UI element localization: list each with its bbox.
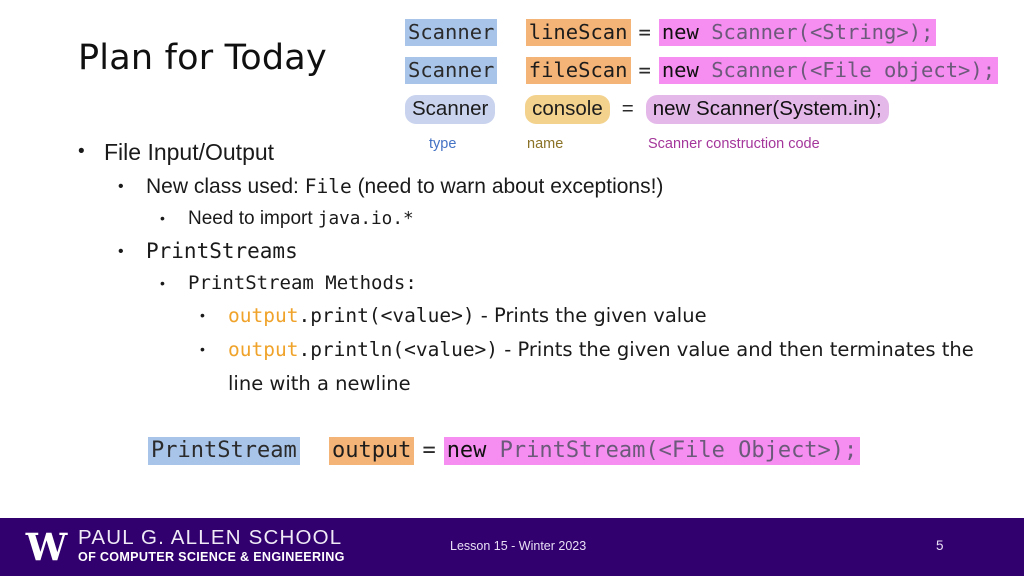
list-item-label: PrintStreams	[146, 239, 298, 263]
list-item: • New class used: File (need to warn abo…	[118, 170, 1008, 203]
footer-page-number: 5	[936, 538, 944, 553]
bullet-dot-icon: •	[118, 243, 124, 260]
bullet-dot-icon: •	[160, 210, 165, 226]
code-keyword: new	[661, 58, 712, 82]
code-keyword: new	[446, 438, 500, 463]
code-identifier-output: output	[228, 304, 299, 327]
page-title: Plan for Today	[78, 38, 327, 78]
code-equals: =	[422, 438, 436, 463]
slide-footer: W PAUL G. ALLEN SCHOOL OF COMPUTER SCIEN…	[0, 518, 1024, 576]
bullet-dot-icon: •	[160, 275, 165, 291]
code-rest: Scanner(System.in);	[696, 97, 882, 120]
list-item-label: New class used: File (need to warn about…	[146, 170, 663, 203]
code-construction-chip: new Scanner(<String>);	[658, 19, 937, 46]
code-type-chip: PrintStream	[148, 437, 300, 465]
footer-lesson-label: Lesson 15 - Winter 2023	[450, 539, 587, 553]
code-construction-chip: new Scanner(System.in);	[645, 95, 889, 124]
code-rest: Scanner(<String>);	[711, 20, 934, 44]
code-equals: =	[621, 97, 634, 120]
uw-w-logo-icon: W	[25, 525, 68, 569]
school-branding: PAUL G. ALLEN SCHOOL OF COMPUTER SCIENCE…	[78, 526, 345, 565]
bullet-list: • File Input/Output • New class used: Fi…	[78, 134, 1008, 401]
school-name-line2: OF COMPUTER SCIENCE & ENGINEERING	[78, 550, 345, 564]
bullet-dot-icon: •	[78, 141, 85, 162]
scanner-code-diagram: Scanner lineScan = new Scanner(<String>)…	[405, 19, 999, 131]
code-name-chip: output	[328, 437, 415, 465]
code-row: Scanner lineScan = new Scanner(<String>)…	[405, 19, 998, 57]
code-row: Scanner fileScan = new Scanner(<File obj…	[405, 57, 999, 95]
code-rest: Scanner(<File object>);	[711, 58, 996, 82]
list-item: • output.print(<value>) - Prints the giv…	[200, 299, 1008, 333]
list-item-label: PrintStream Methods:	[188, 272, 417, 294]
list-item-label: File Input/Output	[104, 139, 275, 165]
list-item: • File Input/Output	[78, 134, 1008, 170]
code-name-chip: lineScan	[525, 19, 631, 46]
bullet-dot-icon: •	[200, 307, 205, 323]
code-type-chip: Scanner	[405, 19, 498, 46]
code-construction-chip: new Scanner(<File object>);	[658, 57, 999, 84]
code-keyword: new	[661, 20, 712, 44]
code-identifier-output: output	[228, 338, 299, 361]
bullet-dot-icon: •	[118, 178, 124, 195]
list-item-label: output.print(<value>) - Prints the given…	[228, 299, 707, 333]
text-after-code: (need to warn about exceptions!)	[351, 175, 664, 198]
code-method-signature: .print(<value>)	[298, 304, 475, 327]
code-construction-chip: new PrintStream(<File Object>);	[443, 437, 861, 465]
list-item: • PrintStream Methods:	[160, 268, 1008, 299]
method-description: - Prints the given value	[474, 304, 707, 327]
text-before-code: Need to import	[188, 208, 318, 229]
code-method-signature: .println(<value>)	[298, 338, 499, 361]
bullet-dot-icon: •	[200, 341, 205, 357]
list-item: • Need to import java.io.*	[160, 203, 1008, 235]
code-equals: =	[638, 20, 651, 44]
code-keyword: new	[652, 97, 697, 120]
code-type-chip: Scanner	[405, 95, 496, 124]
school-name-line1: PAUL G. ALLEN SCHOOL	[78, 526, 343, 549]
inline-code-import: java.io.*	[317, 209, 414, 229]
code-equals: =	[638, 58, 651, 82]
code-rest: PrintStream(<File Object>);	[499, 438, 858, 463]
inline-code-file: File	[304, 175, 352, 198]
list-item-label: Need to import java.io.*	[188, 203, 414, 235]
code-name-chip: console	[525, 95, 610, 124]
code-type-chip: Scanner	[405, 57, 498, 84]
code-name-chip: fileScan	[525, 57, 631, 84]
printstream-code-line: PrintStream output = new PrintStream(<Fi…	[148, 437, 861, 465]
list-item-label: output.println(<value>) - Prints the giv…	[228, 333, 1008, 401]
list-item: • PrintStreams	[118, 235, 1008, 268]
text-before-code: New class used:	[146, 175, 305, 198]
list-item: • output.println(<value>) - Prints the g…	[200, 333, 1008, 401]
code-row: Scanner console = new Scanner(System.in)…	[405, 95, 998, 131]
